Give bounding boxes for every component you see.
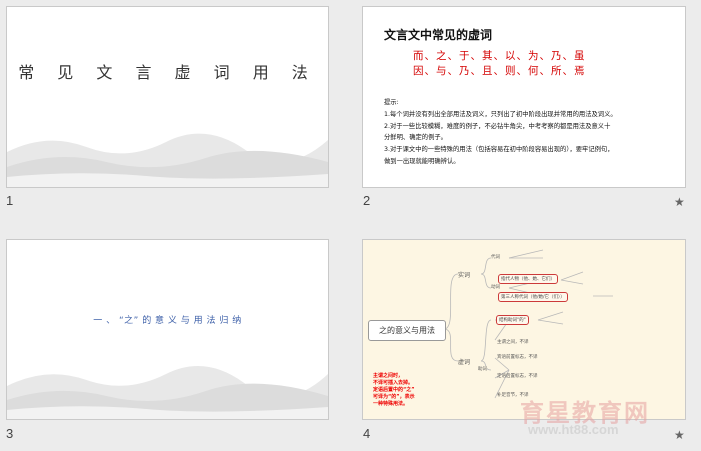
- notes-line: 3.对于课文中的一些特殊的用法（包括容易在初中阶段容易出现的），要牢记例句，: [384, 146, 614, 154]
- mindmap-highlight-box-2: 第三人称代词（他/她/它（们））: [498, 292, 568, 302]
- mindmap-leaf: 定语后置标志，不译: [497, 374, 538, 379]
- mindmap-highlight-box-3: 结构助词"的": [496, 315, 529, 325]
- slide-2-title: 文言文中常见的虚词: [384, 28, 493, 42]
- mindmap-leaf: 主谓之间，不译: [497, 340, 529, 345]
- mindmap-branch-shici: 实词: [458, 270, 471, 279]
- mindmap-branch-xuci: 虚词: [458, 357, 471, 366]
- slide-thumbnail-2[interactable]: 文言文中常见的虚词 而、之、于、其、以、为、乃、虽 因、与、乃、且、则、何、所、…: [362, 6, 686, 188]
- slide-thumbnail-3[interactable]: 一 、 “之” 的 意 义 与 用 法 归 纳: [6, 239, 329, 420]
- watermark-url: www.ht88.com: [528, 422, 619, 437]
- slide-1-background-mountains: [7, 133, 328, 187]
- mindmap-node-pronoun: 代词: [491, 254, 500, 260]
- mindmap-node-particle: 助词: [478, 366, 487, 372]
- notes-line: 分鲜明、确定的例子。: [384, 134, 447, 142]
- slide-2-star-icon[interactable]: ★: [674, 195, 685, 209]
- mindmap-node-verb: 动词: [491, 284, 500, 290]
- mindmap-highlight-box-1: 指代人物（他、她、它们）: [498, 274, 558, 284]
- slide-number-3: 3: [6, 426, 14, 441]
- slide-number-1: 1: [6, 193, 14, 208]
- slide-thumbnail-1[interactable]: 常 见 文 言 虚 词 用 法: [6, 6, 329, 188]
- mindmap-red-annotation: 主谓之间时， 不译可插入去掉。 定语后置中的“之” 可译为“的”，表示 一种特殊…: [373, 373, 415, 407]
- slide-3-title: 一 、 “之” 的 意 义 与 用 法 归 纳: [93, 316, 242, 326]
- slide-2-notes: 提示: 1.每个词并没有列出全部用法及词义，只列出了初中阶段出现并常用的用法及词…: [384, 97, 680, 168]
- notes-line: 做到一出现就能明确辨认。: [384, 157, 460, 165]
- slide-1-title: 常 见 文 言 虚 词 用 法: [18, 63, 317, 82]
- notes-line: 1.每个词并没有列出全部用法及词义，只列出了初中阶段出现并常用的用法及词义。: [384, 110, 617, 118]
- slide-2-red-line-2: 因、与、乃、且、则、何、所、焉: [413, 65, 586, 77]
- mindmap-leaf: 宾语前置标志，不译: [497, 355, 538, 360]
- slide-4-star-icon[interactable]: ★: [674, 428, 685, 442]
- notes-line: 2.对于一些比较模糊，难度的例子，不必钻牛角尖，中考考察的都是用法及意义十: [384, 122, 611, 130]
- slide-number-4: 4: [363, 426, 371, 441]
- mindmap-root-node: 之的意义与用法: [368, 320, 446, 341]
- slide-3-background-mountains: [7, 366, 328, 419]
- slide-2-red-line-1: 而、之、于、其、以、为、乃、虽: [413, 50, 586, 62]
- slide-number-2: 2: [363, 193, 371, 208]
- notes-heading: 提示:: [384, 99, 399, 106]
